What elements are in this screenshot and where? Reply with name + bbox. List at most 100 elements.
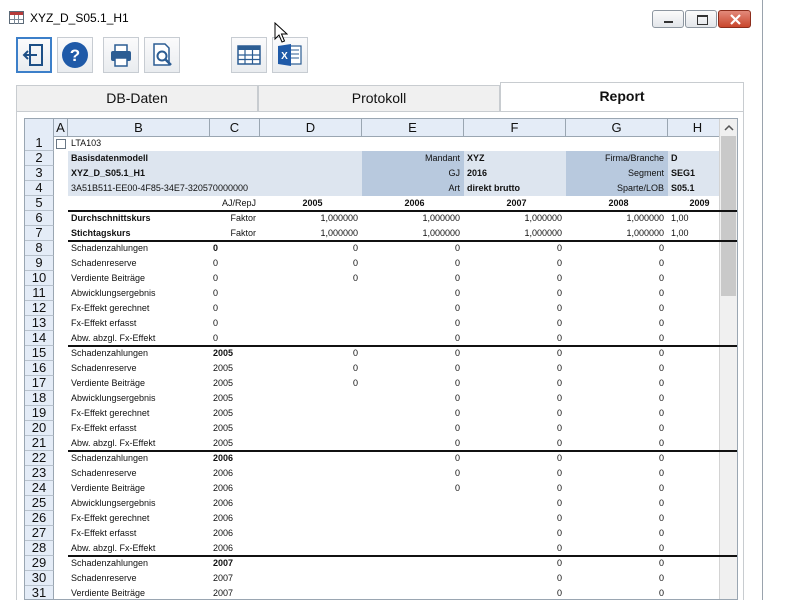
column-header-f[interactable]: F: [464, 119, 566, 136]
spreadsheet[interactable]: ABCDEFGH 1 2 3 4 5 6 7 8 9 10 11 12 13 14 15 16 17 18 19 20…: [24, 118, 738, 600]
column-header-b[interactable]: B: [68, 119, 210, 136]
cell: 2005: [213, 393, 234, 403]
row-header[interactable]: 26: [25, 511, 54, 526]
row-header[interactable]: 24: [25, 481, 54, 496]
cell: 0: [213, 288, 219, 298]
row-header[interactable]: 17: [25, 376, 54, 391]
row-header[interactable]: 2: [25, 151, 54, 166]
row-header[interactable]: 4: [25, 181, 54, 196]
row-header[interactable]: 9: [25, 256, 54, 271]
tab-db-daten[interactable]: DB-Daten: [16, 85, 258, 111]
row-header[interactable]: 30: [25, 571, 54, 586]
exit-button[interactable]: [16, 37, 52, 73]
cell: Abw. abzgl. Fx-Effekt: [71, 543, 156, 553]
row-header[interactable]: 7: [25, 226, 54, 241]
column-header-g[interactable]: G: [566, 119, 668, 136]
cell: 0: [454, 303, 460, 313]
cell: 0: [454, 483, 460, 493]
help-button[interactable]: ?: [57, 37, 93, 73]
row-header[interactable]: 31: [25, 586, 54, 599]
cell: 2006: [213, 528, 234, 538]
cell: 2005: [213, 378, 234, 388]
cell: 1,000000: [422, 228, 460, 238]
cell: S05.1: [671, 183, 695, 193]
row-header[interactable]: 23: [25, 466, 54, 481]
cell: Fx-Effekt gerechnet: [71, 303, 150, 313]
cell: 0: [352, 363, 358, 373]
cell: 2005: [213, 438, 234, 448]
row-header[interactable]: 18: [25, 391, 54, 406]
cell: 1,000000: [422, 213, 460, 223]
maximize-button[interactable]: [685, 10, 717, 28]
column-header-e[interactable]: E: [362, 119, 464, 136]
cell-a1-marker[interactable]: [56, 139, 66, 149]
sheet-corner[interactable]: [25, 119, 54, 136]
print-icon: [111, 44, 131, 67]
cell: 0: [454, 408, 460, 418]
row-header[interactable]: 11: [25, 286, 54, 301]
column-header-bar: ABCDEFGH: [25, 119, 737, 137]
row-header[interactable]: 3: [25, 166, 54, 181]
row-header[interactable]: 20: [25, 421, 54, 436]
row-header[interactable]: 28: [25, 541, 54, 556]
table-view-button[interactable]: [231, 37, 267, 73]
mouse-cursor-icon: [274, 22, 288, 43]
cell: 0: [454, 333, 460, 343]
row-header[interactable]: 22: [25, 451, 54, 466]
cell: GJ: [448, 168, 460, 178]
cell: 0: [454, 348, 460, 358]
column-header-a[interactable]: A: [54, 119, 68, 136]
cell: 0: [352, 273, 358, 283]
cell: 0: [556, 303, 562, 313]
tab-report[interactable]: Report: [500, 82, 744, 111]
cell: 2005: [302, 198, 323, 208]
cell: 0: [658, 303, 664, 313]
row-header[interactable]: 1: [25, 136, 54, 151]
cell: 0: [556, 408, 562, 418]
column-header-d[interactable]: D: [260, 119, 362, 136]
cell: 0: [658, 573, 664, 583]
cell: 2009: [689, 198, 710, 208]
cell: 0: [658, 393, 664, 403]
cell: 0: [454, 363, 460, 373]
row-header[interactable]: 15: [25, 346, 54, 361]
row-header[interactable]: 8: [25, 241, 54, 256]
cell: 0: [556, 558, 562, 568]
cell: 0: [658, 588, 664, 598]
cell: 0: [658, 408, 664, 418]
tab-protokoll[interactable]: Protokoll: [258, 85, 500, 111]
close-button[interactable]: [718, 10, 751, 28]
row-header[interactable]: 19: [25, 406, 54, 421]
cell: 0: [454, 318, 460, 328]
cell: Verdiente Beiträge: [71, 483, 146, 493]
cell: 0: [556, 258, 562, 268]
cell: 0: [213, 303, 219, 313]
cell: Fx-Effekt erfasst: [71, 318, 137, 328]
cell: 0: [658, 318, 664, 328]
cell: 0: [658, 363, 664, 373]
cell: Fx-Effekt erfasst: [71, 528, 137, 538]
cell: Abw. abzgl. Fx-Effekt: [71, 438, 156, 448]
row-header[interactable]: 27: [25, 526, 54, 541]
cell: 2016: [467, 168, 488, 178]
row-header[interactable]: 6: [25, 211, 54, 226]
minimize-icon: [664, 21, 673, 23]
print-preview-button[interactable]: [144, 37, 180, 73]
cell: 0: [454, 438, 460, 448]
print-button[interactable]: [103, 37, 139, 73]
row-header[interactable]: 5: [25, 196, 54, 211]
cell: Basisdatenmodell: [71, 153, 149, 163]
row-header[interactable]: 14: [25, 331, 54, 346]
row-header[interactable]: 29: [25, 556, 54, 571]
row-header[interactable]: 21: [25, 436, 54, 451]
row-header[interactable]: 16: [25, 361, 54, 376]
column-header-c[interactable]: C: [210, 119, 260, 136]
cell: Schadenzahlungen: [71, 558, 149, 568]
row-header[interactable]: 10: [25, 271, 54, 286]
cell: 0: [556, 498, 562, 508]
row-header[interactable]: 12: [25, 301, 54, 316]
cell: 2005: [213, 348, 234, 358]
minimize-button[interactable]: [652, 10, 684, 28]
row-header[interactable]: 25: [25, 496, 54, 511]
row-header[interactable]: 13: [25, 316, 54, 331]
